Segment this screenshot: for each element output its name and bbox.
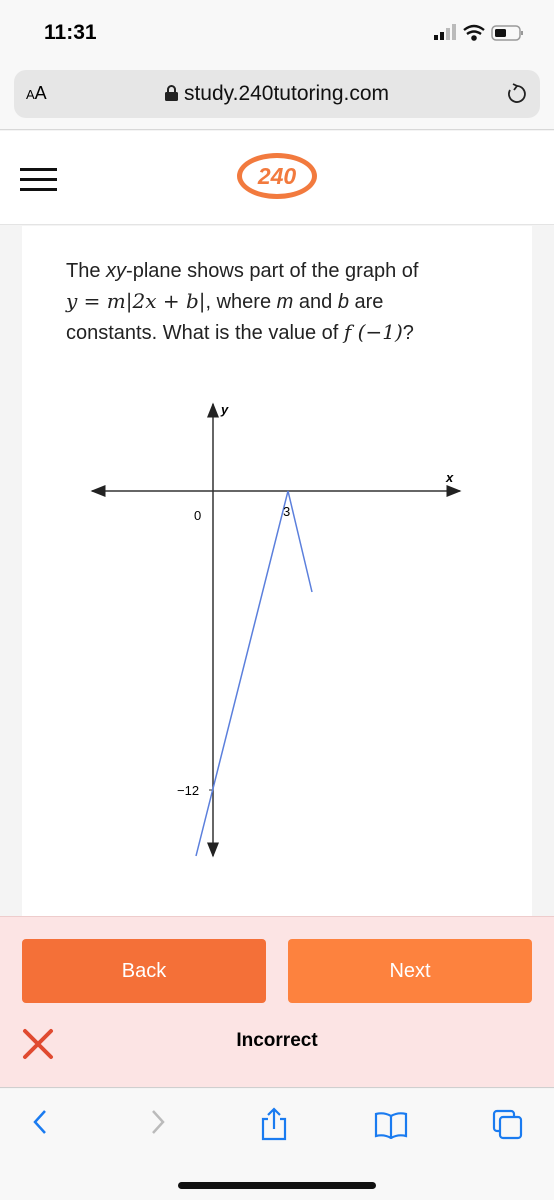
y-axis-label: y	[220, 402, 229, 417]
site-header: 240	[0, 131, 554, 225]
question-card: The xy-plane shows part of the graph of …	[22, 226, 532, 916]
feedback-panel: Back Next Incorrect	[0, 916, 554, 1088]
y-tick-label: −12	[177, 783, 199, 798]
site-logo[interactable]: 240	[237, 153, 317, 199]
url-text[interactable]: study.240tutoring.com	[14, 82, 540, 106]
browser-chrome-top: 11:31 AA study.240tutoring.com	[0, 0, 554, 130]
home-indicator[interactable]	[178, 1182, 376, 1189]
reload-icon[interactable]	[506, 83, 528, 105]
share-icon[interactable]	[259, 1107, 289, 1141]
back-button[interactable]: Back	[22, 939, 266, 1003]
graph: y x 0 3 −12	[90, 402, 462, 858]
status-time: 11:31	[44, 21, 97, 44]
status-icons	[434, 24, 523, 41]
wifi-icon	[463, 24, 485, 41]
forward-arrow-icon[interactable]	[148, 1107, 168, 1137]
tabs-icon[interactable]	[492, 1109, 524, 1141]
x-tick-label: 3	[283, 504, 290, 519]
back-arrow-icon[interactable]	[30, 1107, 50, 1137]
address-bar[interactable]: AA study.240tutoring.com	[14, 70, 540, 118]
x-axis-label: x	[445, 470, 454, 485]
browser-toolbar	[0, 1089, 554, 1200]
signal-icon	[434, 24, 456, 40]
next-button[interactable]: Next	[288, 939, 532, 1003]
result-status: Incorrect	[236, 1030, 318, 1051]
lock-icon	[164, 85, 178, 101]
origin-label: 0	[194, 508, 201, 523]
url-label: study.240tutoring.com	[183, 82, 390, 105]
battery-icon	[491, 25, 523, 41]
bookmarks-icon[interactable]	[374, 1111, 408, 1139]
